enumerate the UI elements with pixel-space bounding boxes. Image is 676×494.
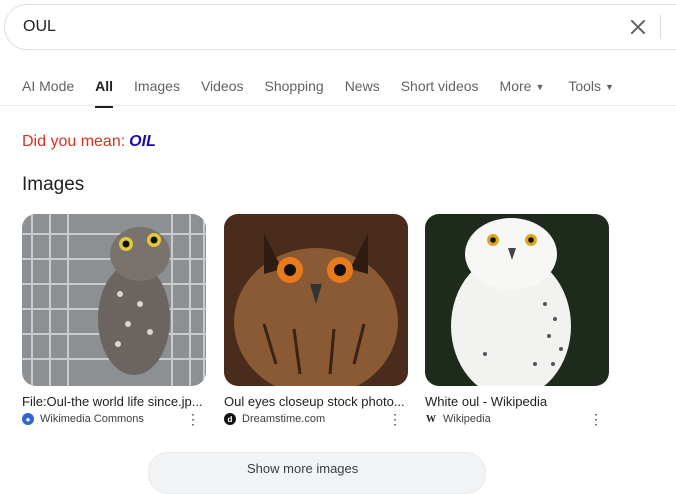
- tabs-divider: [0, 105, 676, 106]
- searchbar-divider: [660, 15, 661, 39]
- tab-shopping[interactable]: Shopping: [265, 78, 324, 98]
- caret-down-icon: ▼: [535, 82, 545, 93]
- image-thumbnail[interactable]: [425, 214, 609, 386]
- tab-more-label: More: [499, 78, 532, 94]
- image-source-name: Dreamstime.com: [242, 413, 326, 425]
- clear-icon[interactable]: [627, 16, 649, 38]
- image-caption[interactable]: White oul - Wikipedia: [425, 394, 609, 409]
- search-query[interactable]: OUL: [23, 18, 56, 36]
- image-source-name: Wikipedia: [443, 413, 491, 425]
- tab-news[interactable]: News: [345, 78, 380, 98]
- image-result-card[interactable]: White oul - Wikipedia W Wikipedia ⋮: [425, 214, 609, 426]
- tab-more[interactable]: More ▼: [500, 78, 545, 98]
- tab-ai-mode[interactable]: AI Mode: [22, 78, 74, 98]
- wikimedia-icon: ●: [22, 413, 34, 425]
- image-result-card[interactable]: Oul eyes closeup stock photo... d Dreams…: [224, 214, 408, 426]
- did-you-mean-prefix: Did you mean:: [22, 133, 126, 150]
- more-options-icon[interactable]: ⋮: [388, 412, 402, 426]
- tab-videos[interactable]: Videos: [201, 78, 244, 98]
- tab-short-videos[interactable]: Short videos: [401, 78, 479, 98]
- image-result-card[interactable]: File:Oul-the world life since.jp... ● Wi…: [22, 214, 206, 426]
- image-caption[interactable]: File:Oul-the world life since.jp...: [22, 394, 206, 409]
- tab-tools[interactable]: Tools ▼: [568, 78, 614, 98]
- show-more-images-button[interactable]: Show more images: [148, 452, 486, 494]
- image-thumbnail[interactable]: [224, 214, 408, 386]
- more-options-icon[interactable]: ⋮: [186, 412, 200, 426]
- search-tabs: AI Mode All Images Videos Shopping News …: [22, 78, 635, 108]
- show-more-images-label: Show more images: [247, 461, 359, 476]
- images-heading: Images: [22, 174, 85, 195]
- more-options-icon[interactable]: ⋮: [589, 412, 603, 426]
- caret-down-icon: ▼: [605, 82, 614, 93]
- search-bar[interactable]: OUL: [4, 4, 676, 50]
- wikipedia-icon: W: [425, 413, 437, 425]
- dreamstime-icon: d: [224, 413, 236, 425]
- image-thumbnail[interactable]: [22, 214, 206, 386]
- tab-images[interactable]: Images: [134, 78, 180, 98]
- image-source[interactable]: ● Wikimedia Commons ⋮: [22, 412, 206, 426]
- tab-tools-label: Tools: [568, 78, 602, 94]
- image-caption[interactable]: Oul eyes closeup stock photo...: [224, 394, 408, 409]
- image-source[interactable]: d Dreamstime.com ⋮: [224, 412, 408, 426]
- image-source-name: Wikimedia Commons: [40, 413, 144, 425]
- tab-all[interactable]: All: [95, 78, 113, 108]
- did-you-mean: Did you mean: OIL: [22, 133, 156, 151]
- did-you-mean-link[interactable]: OIL: [129, 133, 156, 150]
- image-source[interactable]: W Wikipedia ⋮: [425, 412, 609, 426]
